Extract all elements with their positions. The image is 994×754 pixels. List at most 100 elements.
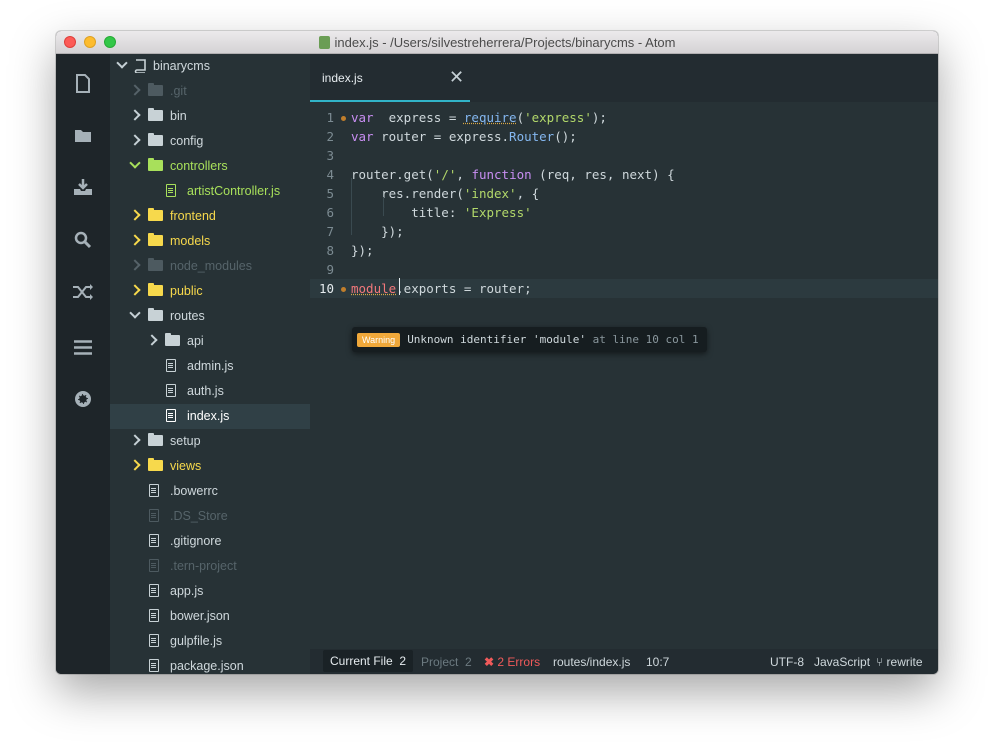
code-line: router.get('/', function (req, res, next… (351, 167, 675, 182)
file-text-icon (166, 359, 176, 372)
tree-file[interactable]: admin.js (110, 354, 310, 379)
chevron-right-icon (129, 259, 141, 271)
tree-root[interactable]: binarycms (110, 54, 310, 79)
code-line: }); (351, 224, 404, 239)
file-icon[interactable] (70, 70, 96, 96)
file-text-icon (149, 484, 159, 497)
lint-marker[interactable] (341, 287, 346, 292)
tooltip-text: Unknown identifier 'module' (407, 333, 586, 346)
tree-file[interactable]: artistController.js (110, 179, 310, 204)
line-number: 6 (326, 205, 334, 220)
document-icon (318, 36, 330, 49)
tree-file[interactable]: gulpfile.js (110, 629, 310, 654)
tree-file[interactable]: app.js (110, 579, 310, 604)
download-icon[interactable] (70, 174, 96, 200)
tree-folder[interactable]: routes (110, 304, 310, 329)
chevron-right-icon (129, 284, 141, 296)
folder-icon (148, 83, 163, 96)
line-number: 1 (326, 110, 334, 125)
file-text-icon (149, 634, 159, 647)
tree-folder[interactable]: bin (110, 104, 310, 129)
tree-file[interactable]: .bowerrc (110, 479, 310, 504)
tree-item-label: admin.js (187, 359, 234, 373)
close-tab-icon[interactable]: ✕ (449, 67, 464, 88)
code-line: var express = require('express'); (351, 110, 607, 125)
file-text-icon (149, 509, 159, 522)
cursor-position[interactable]: 10:7 (646, 655, 669, 669)
folder-icon (148, 158, 163, 171)
code-editor[interactable]: 1 var express = require('express'); 2 var r… (310, 102, 938, 649)
line-number: 10 (318, 281, 334, 296)
title-bar: index.js - /Users/silvestreherrera/Proje… (56, 31, 938, 54)
code-token: 'index' (463, 186, 517, 201)
tree-item-label: .DS_Store (170, 509, 228, 523)
tree-folder[interactable]: node_modules (110, 254, 310, 279)
tree-folder[interactable]: frontend (110, 204, 310, 229)
folder-icon (148, 433, 163, 446)
tree-folder[interactable]: setup (110, 429, 310, 454)
tree-file[interactable]: .DS_Store (110, 504, 310, 529)
tree-folder[interactable]: api (110, 329, 310, 354)
folder-icon[interactable] (70, 122, 96, 148)
tree-file[interactable]: index.js (110, 404, 310, 429)
chevron-right-icon (129, 134, 141, 146)
line-number: 3 (326, 148, 334, 163)
folder-icon (148, 108, 163, 121)
indent-guide (383, 197, 384, 216)
file-text-icon (149, 609, 159, 622)
tree-item-label: index.js (187, 409, 230, 423)
current-file-label: Current File (330, 654, 393, 668)
menu-icon[interactable] (70, 334, 96, 360)
warning-badge: Warning (357, 332, 401, 347)
errors-indicator[interactable]: ✖ 2 Errors (484, 655, 540, 669)
search-icon[interactable] (70, 227, 96, 253)
folder-icon (148, 283, 163, 296)
project-filter[interactable]: Project 2 (421, 655, 472, 669)
code-line: res.render('index', { (351, 186, 539, 201)
tree-item-label: node_modules (170, 259, 253, 273)
project-count: 2 (465, 655, 472, 669)
encoding-selector[interactable]: UTF-8 (770, 655, 804, 669)
indent-guide (351, 178, 352, 235)
folder-icon (148, 133, 163, 146)
code-token: var (351, 110, 374, 125)
gear-icon[interactable] (70, 386, 96, 412)
file-text-icon (149, 584, 159, 597)
folder-icon (148, 308, 163, 321)
tree-file[interactable]: .gitignore (110, 529, 310, 554)
atom-window: index.js - /Users/silvestreherrera/Proje… (56, 31, 938, 674)
code-token: }); (351, 243, 374, 258)
tab-index-js[interactable]: index.js ✕ (310, 54, 470, 102)
chevron-right-icon (129, 234, 141, 246)
shuffle-icon[interactable] (70, 279, 96, 305)
tree-root-label: binarycms (153, 59, 210, 73)
git-branch[interactable]: ⑂ rewrite (876, 655, 923, 669)
current-file-count: 2 (399, 654, 407, 668)
tree-item-label: artistController.js (187, 184, 281, 198)
current-file-filter[interactable]: Current File 2 (323, 650, 414, 672)
tree-item-label: package.json (170, 659, 244, 673)
tree-folder[interactable]: controllers (110, 154, 310, 179)
tree-folder[interactable]: public (110, 279, 310, 304)
tree-item-label: config (170, 134, 204, 148)
file-path[interactable]: routes/index.js (553, 655, 630, 669)
tree-file[interactable]: bower.json (110, 604, 310, 629)
tree-folder[interactable]: .git (110, 79, 310, 104)
grammar-selector[interactable]: JavaScript (814, 655, 870, 669)
tree-folder[interactable]: views (110, 454, 310, 479)
lint-marker[interactable] (341, 116, 346, 121)
code-token: , (456, 167, 472, 182)
tree-folder[interactable]: models (110, 229, 310, 254)
chevron-right-icon (129, 459, 141, 471)
error-x-icon: ✖ (484, 655, 495, 669)
status-bar: Current File 2 Project 2 ✖ 2 Errors rout… (310, 649, 938, 674)
line-number: 8 (326, 243, 334, 258)
tree-file[interactable]: auth.js (110, 379, 310, 404)
tree-item-label: setup (170, 434, 201, 448)
tree-item-label: .gitignore (170, 534, 222, 548)
chevron-right-icon (129, 84, 141, 96)
tree-folder[interactable]: config (110, 129, 310, 154)
tree-file[interactable]: .tern-project (110, 554, 310, 579)
tree-file[interactable]: package.json (110, 654, 310, 674)
folder-icon (148, 458, 163, 471)
